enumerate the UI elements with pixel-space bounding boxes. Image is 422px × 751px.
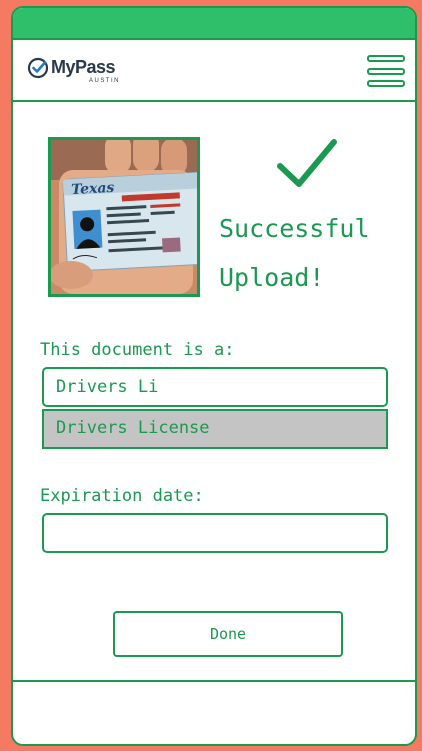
expiration-date-input[interactable] xyxy=(42,513,388,553)
status-bar xyxy=(13,8,415,40)
upload-status: Successful Upload! xyxy=(219,204,415,302)
document-type-label: This document is a: xyxy=(40,340,235,360)
upload-status-line1: Successful xyxy=(219,214,370,243)
menu-bar xyxy=(367,55,405,62)
svg-text:Texas: Texas xyxy=(71,180,115,198)
checkmark-circle-logo-icon xyxy=(27,57,49,79)
uploaded-document-photo: Texas xyxy=(48,137,200,297)
done-button[interactable]: Done xyxy=(113,611,343,657)
document-type-input[interactable] xyxy=(42,367,388,407)
logo-text: MyPass xyxy=(51,57,116,77)
upload-status-line2: Upload! xyxy=(219,263,325,292)
menu-bar xyxy=(367,67,405,75)
menu-bar xyxy=(367,80,405,87)
bottom-bar xyxy=(13,680,415,744)
phone-frame: MyPass AUSTIN Texas Successful Upload! T… xyxy=(11,6,417,746)
expiration-date-label: Expiration date: xyxy=(40,486,204,506)
app-header: MyPass AUSTIN xyxy=(13,40,415,102)
document-type-suggestion[interactable]: Drivers License xyxy=(42,409,388,449)
logo-subtext: AUSTIN xyxy=(89,78,121,84)
app-logo: MyPass AUSTIN xyxy=(27,54,147,88)
hamburger-menu-icon[interactable] xyxy=(367,55,405,87)
checkmark-icon xyxy=(277,139,337,187)
